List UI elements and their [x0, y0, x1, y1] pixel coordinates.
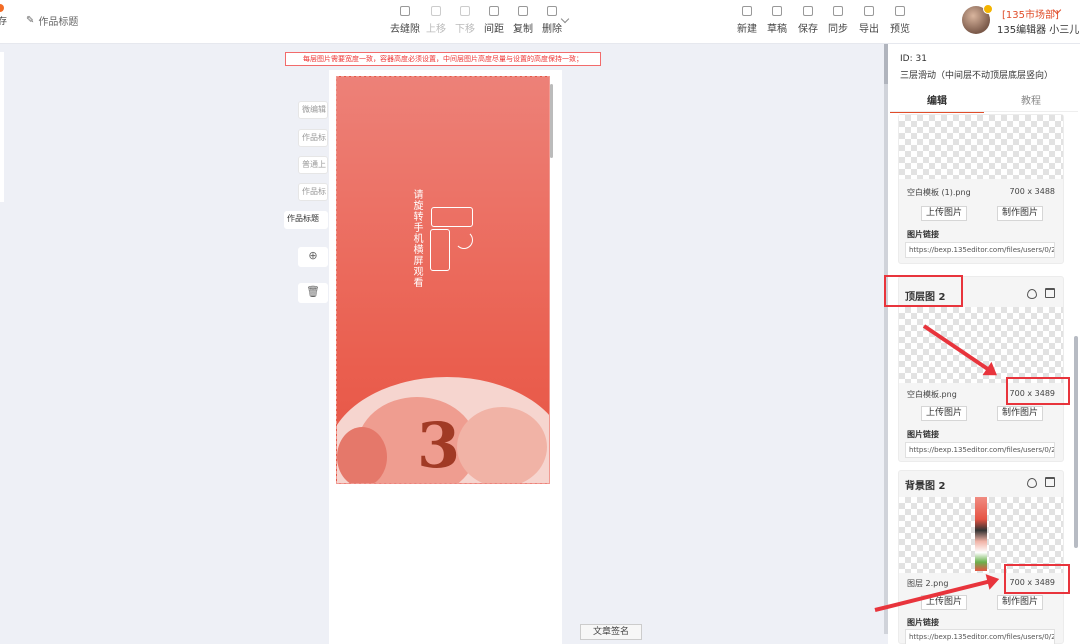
- spacing-icon: [489, 6, 499, 16]
- chevron-down-icon: [460, 6, 470, 16]
- image-size: 700 x 3488: [1009, 187, 1055, 196]
- doc-title-text: 作品标题: [38, 17, 79, 28]
- slide-artwork[interactable]: 请旋转手机横屏观看 3: [336, 76, 550, 484]
- move-down-button[interactable]: 下移: [455, 6, 475, 35]
- preview-button[interactable]: 预览: [890, 6, 910, 35]
- new-button[interactable]: 新建: [737, 6, 757, 35]
- highlight-box: [884, 275, 963, 307]
- file-name: 空白模板.png: [907, 390, 957, 399]
- eye-icon[interactable]: [1027, 289, 1037, 299]
- image-link-input[interactable]: https://bexp.135editor.com/files/users/0…: [905, 242, 1055, 258]
- trash-icon[interactable]: [1045, 288, 1055, 298]
- logo-text: 存: [0, 17, 8, 27]
- trash-icon[interactable]: [1045, 477, 1055, 487]
- layer-card: 空白模板 (1).png 700 x 3488 上传图片 制作图片 图片链接 h…: [898, 114, 1064, 264]
- eye-icon: [895, 6, 905, 16]
- add-block-icon[interactable]: ⊕: [298, 247, 328, 267]
- user-name: 135编辑器 小三儿: [997, 25, 1080, 36]
- move-up-button[interactable]: 上移: [426, 6, 446, 35]
- image-link-input[interactable]: https://bexp.135editor.com/files/users/0…: [905, 442, 1055, 458]
- upload-image-button[interactable]: 上传图片: [921, 206, 967, 221]
- rotate-hint-text: 请旋转手机横屏观看: [411, 189, 422, 288]
- article-signature-button[interactable]: 文章签名: [580, 624, 642, 640]
- upload-image-button[interactable]: 上传图片: [921, 406, 967, 421]
- image-link-input[interactable]: https://bexp.135editor.com/files/users/0…: [905, 629, 1055, 644]
- highlight-box: [1006, 377, 1070, 405]
- make-image-button[interactable]: 制作图片: [997, 595, 1043, 610]
- layer-thumbnail: [975, 497, 987, 571]
- panel-scrollbar[interactable]: [1074, 336, 1078, 548]
- image-link-label: 图片链接: [907, 230, 939, 239]
- copy-icon: [518, 6, 528, 16]
- decor-shape: [337, 427, 387, 483]
- canvas-scrollbar[interactable]: [550, 84, 553, 158]
- side-label-active[interactable]: 作品标题: [284, 211, 328, 229]
- top-toolbar: 存 ✎ 作品标题 去缝隙 上移 下移 间距 复制 删除 新建 草稿 保存 同步 …: [0, 0, 1080, 44]
- trash-icon: [547, 6, 557, 16]
- rotate-arrow-icon: [455, 231, 473, 249]
- doc-title[interactable]: ✎ 作品标题: [26, 13, 78, 28]
- image-preview[interactable]: [899, 115, 1063, 179]
- file-name: 图层 2.png: [907, 579, 949, 588]
- remove-gap-button[interactable]: 去缝隙: [390, 6, 420, 35]
- make-image-button[interactable]: 制作图片: [997, 206, 1043, 221]
- delete-button[interactable]: 删除: [542, 6, 562, 35]
- layer-card-background: 背景图 2 图层 2.png 700 x 3489 上传图片 制作图片 图片链接…: [898, 470, 1064, 644]
- delete-block-icon[interactable]: 🗑: [298, 283, 328, 303]
- copy-button[interactable]: 复制: [513, 6, 533, 35]
- save-button[interactable]: 保存: [798, 6, 818, 35]
- new-file-icon: [742, 6, 752, 16]
- export-icon: [864, 6, 874, 16]
- export-button[interactable]: 导出: [859, 6, 879, 35]
- canvas-notice: 每层图片需要宽度一致，容器高度必须设置，中间层图片高度尽量与设置的高度保持一致；: [285, 52, 601, 66]
- logo-icon: [0, 4, 4, 12]
- side-label[interactable]: 普通上: [298, 156, 328, 174]
- phone-portrait-icon: [430, 229, 450, 271]
- tab-tutorial[interactable]: 教程: [984, 92, 1078, 111]
- eye-icon[interactable]: [1027, 478, 1037, 488]
- more-dropdown-icon[interactable]: [560, 14, 570, 24]
- spacing-button[interactable]: 间距: [484, 6, 504, 35]
- image-preview[interactable]: [899, 497, 1063, 573]
- left-sidebar-edge: [0, 52, 4, 202]
- sync-icon: [833, 6, 843, 16]
- make-image-button[interactable]: 制作图片: [997, 406, 1043, 421]
- component-title: 三层滑动（中间层不动顶层底层竖向）: [900, 71, 1054, 81]
- card-title: 背景图 2: [905, 481, 946, 492]
- user-market[interactable]: [135市场部]: [1002, 6, 1059, 21]
- image-link-label: 图片链接: [907, 618, 939, 627]
- save-icon: [803, 6, 813, 16]
- image-link-label: 图片链接: [907, 430, 939, 439]
- art-number: 3: [417, 409, 461, 482]
- chevron-up-icon: [431, 6, 441, 16]
- sync-button[interactable]: 同步: [828, 6, 848, 35]
- remove-gap-icon: [400, 6, 410, 16]
- side-label[interactable]: 作品标: [298, 129, 328, 147]
- decor-shape: [457, 407, 547, 483]
- component-id: ID: 31: [900, 54, 927, 64]
- vip-badge-icon: [983, 4, 993, 14]
- draft-button[interactable]: 草稿: [767, 6, 787, 35]
- tab-edit[interactable]: 编辑: [890, 92, 984, 113]
- side-label[interactable]: 微编辑: [298, 101, 328, 119]
- side-label[interactable]: 作品标: [298, 183, 328, 201]
- cloud-icon: [772, 6, 782, 16]
- phone-landscape-icon: [431, 207, 473, 227]
- file-name: 空白模板 (1).png: [907, 188, 971, 197]
- tab-divider: [890, 111, 1078, 112]
- image-preview[interactable]: [899, 307, 1063, 383]
- highlight-box: [1004, 564, 1070, 594]
- pencil-icon: ✎: [26, 15, 35, 26]
